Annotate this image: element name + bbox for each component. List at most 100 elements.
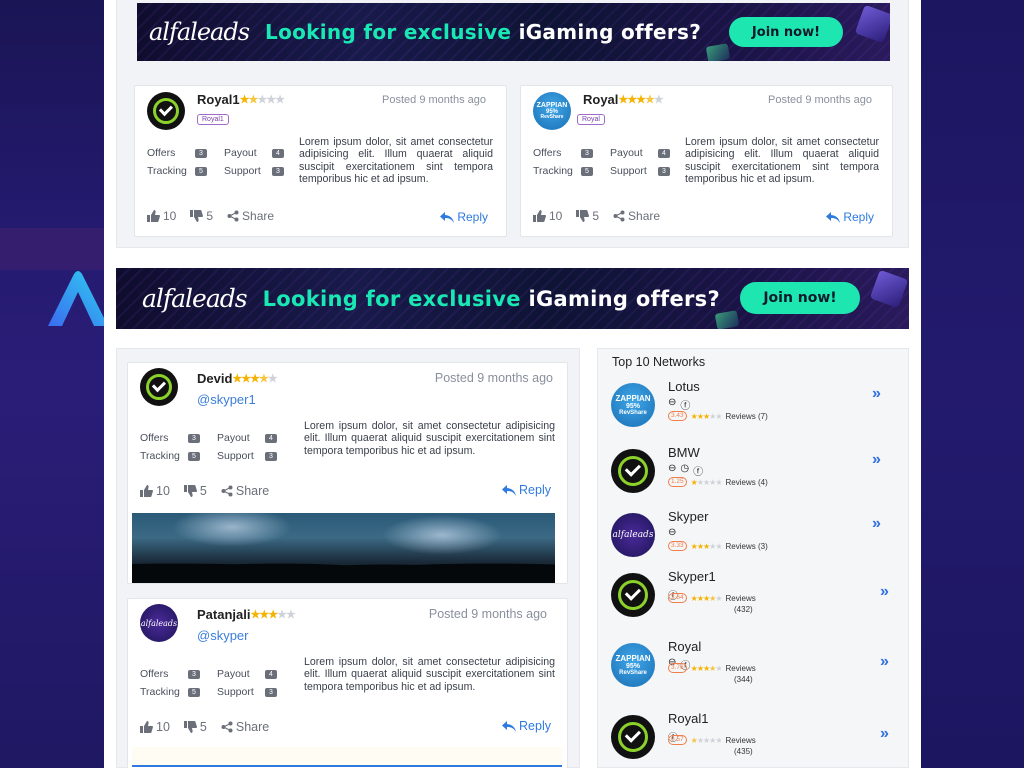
banner-headline: Looking for exclusive iGaming offers? xyxy=(262,286,720,311)
share-button[interactable]: Share xyxy=(227,209,274,223)
like-button[interactable]: 10 xyxy=(140,484,170,498)
reviewer-handle[interactable]: @skyper1 xyxy=(197,392,256,407)
network-rating: 3.76 ★★★★★ Reviews xyxy=(668,663,756,673)
reply-button[interactable]: Reply xyxy=(502,719,551,733)
gem-decoration xyxy=(854,4,890,44)
banner-logo: alfaleads xyxy=(149,18,250,46)
checkmark-icon xyxy=(617,455,649,487)
reviewer-name[interactable]: Royal1★★★★★ xyxy=(197,92,285,107)
network-name[interactable]: Royal1 xyxy=(668,711,708,726)
reply-button[interactable]: Reply xyxy=(826,210,874,224)
chevron-double-right-icon[interactable]: » xyxy=(880,583,889,601)
thumbs-down-icon xyxy=(576,210,590,222)
thumbs-up-icon xyxy=(533,210,546,222)
reply-icon xyxy=(502,720,517,732)
rating-stars: ★★★★★ xyxy=(690,663,723,673)
reviews-label: Reviews xyxy=(725,663,756,673)
network-icons: ⊖ ◷ ⓕ xyxy=(668,463,703,478)
review-card: alfaleads Patanjali★★★★★ @skyper Posted … xyxy=(127,598,568,768)
dislike-button[interactable]: 5 xyxy=(576,209,599,223)
gamepad-icon: ⊖ xyxy=(668,463,677,474)
score-badge: 3.43 xyxy=(668,411,687,421)
network-rating: 3.64 ★★★★★ Reviews xyxy=(668,593,756,603)
reviewer-tag: Royal1 xyxy=(197,114,229,125)
posted-time: Posted 9 months ago xyxy=(768,94,872,106)
reviewer-name[interactable]: Royal★★★★★ xyxy=(583,92,664,107)
avatar[interactable]: ZAPPIAN 95% RevShare xyxy=(611,383,655,427)
post-actions: 10 5 Share xyxy=(533,209,660,223)
share-icon xyxy=(221,485,233,497)
network-name[interactable]: Royal xyxy=(668,639,701,654)
ad-banner-middle[interactable]: alfaleads Looking for exclusive iGaming … xyxy=(116,268,909,329)
network-item[interactable]: Royal1 ⓕ 0.57 ★★★★★ Reviews (435)» xyxy=(598,711,908,768)
like-button[interactable]: 10 xyxy=(147,209,176,223)
network-item[interactable]: ZAPPIAN 95% RevShare Lotus ⊖ ⓕ 3.43 ★★★★★ Review… xyxy=(598,379,908,441)
share-button[interactable]: Share xyxy=(221,484,269,498)
avatar[interactable]: ZAPPIAN 95% RevShare xyxy=(533,92,571,130)
reviewer-handle[interactable]: @skyper xyxy=(197,628,249,643)
score-badge: 3.76 xyxy=(668,663,687,673)
rating-stars: ★★★★★ xyxy=(690,593,723,603)
dislike-button[interactable]: 5 xyxy=(183,720,207,734)
share-icon xyxy=(613,210,625,222)
chevron-double-right-icon[interactable]: » xyxy=(872,385,881,403)
clock-icon: ◷ xyxy=(680,463,690,474)
reply-icon xyxy=(502,484,517,496)
avatar[interactable] xyxy=(147,92,185,130)
rating-stars: ★★★★★ xyxy=(690,411,723,421)
crowd-silhouette xyxy=(132,549,555,583)
network-item[interactable]: Skyper1 ⓕ 3.64 ★★★★★ Reviews (432)» xyxy=(598,569,908,631)
avatar[interactable] xyxy=(140,368,178,406)
rating-stars: ★★★★★ xyxy=(690,541,723,551)
score-badge: 3.33 xyxy=(668,541,687,551)
gem-decoration xyxy=(705,43,731,61)
chevron-double-right-icon[interactable]: » xyxy=(880,653,889,671)
avatar[interactable] xyxy=(611,573,655,617)
reviewer-name[interactable]: Patanjali★★★★★ xyxy=(197,607,296,622)
checkmark-icon xyxy=(145,373,173,401)
network-name[interactable]: Lotus xyxy=(668,379,700,394)
avatar[interactable]: ZAPPIAN 95% RevShare xyxy=(611,643,655,687)
media-placeholder xyxy=(132,747,562,767)
rating-stars: ★★★★★ xyxy=(232,373,277,385)
score-badge: 0.57 xyxy=(668,735,687,745)
like-button[interactable]: 10 xyxy=(140,720,170,734)
network-item[interactable]: alfaleads Skyper ⊖ 3.33 ★★★★★ Reviews (3) » xyxy=(598,509,908,571)
avatar[interactable]: alfaleads xyxy=(140,604,178,642)
reviewer-name[interactable]: Devid★★★★★ xyxy=(197,371,278,386)
review-card: Devid★★★★★ @skyper1 Posted 9 months ago … xyxy=(127,362,568,584)
gem-decoration xyxy=(714,310,740,329)
dislike-button[interactable]: 5 xyxy=(183,484,207,498)
network-item[interactable]: BMW ⊖ ◷ ⓕ 1.25 ★★★★★ Reviews (4)» xyxy=(598,445,908,507)
gamepad-icon: ⊖ xyxy=(668,397,677,408)
avatar[interactable]: alfaleads xyxy=(611,513,655,557)
share-button[interactable]: Share xyxy=(613,209,660,223)
page-content: alfaleads Looking for exclusive iGaming … xyxy=(104,0,921,768)
thumbs-down-icon xyxy=(190,210,204,222)
review-card: Royal1★★★★★ Royal1 Posted 9 months ago O… xyxy=(134,85,507,237)
reply-button[interactable]: Reply xyxy=(502,483,551,497)
reply-button[interactable]: Reply xyxy=(440,210,488,224)
posted-time: Posted 9 months ago xyxy=(382,94,486,106)
review-text: Lorem ipsum dolor, sit amet consectetur … xyxy=(299,136,493,186)
network-name[interactable]: Skyper xyxy=(668,509,708,524)
avatar[interactable] xyxy=(611,715,655,759)
avatar[interactable] xyxy=(611,449,655,493)
dislike-button[interactable]: 5 xyxy=(190,209,213,223)
reviews-label: Reviews (7) xyxy=(725,411,768,421)
network-name[interactable]: BMW xyxy=(668,445,700,460)
share-button[interactable]: Share xyxy=(221,720,269,734)
join-now-button[interactable]: Join now! xyxy=(740,282,860,314)
chevron-double-right-icon[interactable]: » xyxy=(880,725,889,743)
facebook-icon: ⓕ xyxy=(680,401,691,412)
like-button[interactable]: 10 xyxy=(533,209,562,223)
join-now-button[interactable]: Join now! xyxy=(729,17,843,47)
chevron-double-right-icon[interactable]: » xyxy=(872,515,881,533)
network-name[interactable]: Skyper1 xyxy=(668,569,716,584)
post-media-image[interactable] xyxy=(132,513,555,583)
ad-banner-top[interactable]: alfaleads Looking for exclusive iGaming … xyxy=(137,3,890,61)
gamepad-icon: ⊖ xyxy=(668,527,677,538)
posted-time: Posted 9 months ago xyxy=(428,607,547,621)
network-item[interactable]: ZAPPIAN 95% RevShare Royal ⊖ ⓕ 3.76 ★★★★★ Review… xyxy=(598,639,908,701)
chevron-double-right-icon[interactable]: » xyxy=(872,451,881,469)
